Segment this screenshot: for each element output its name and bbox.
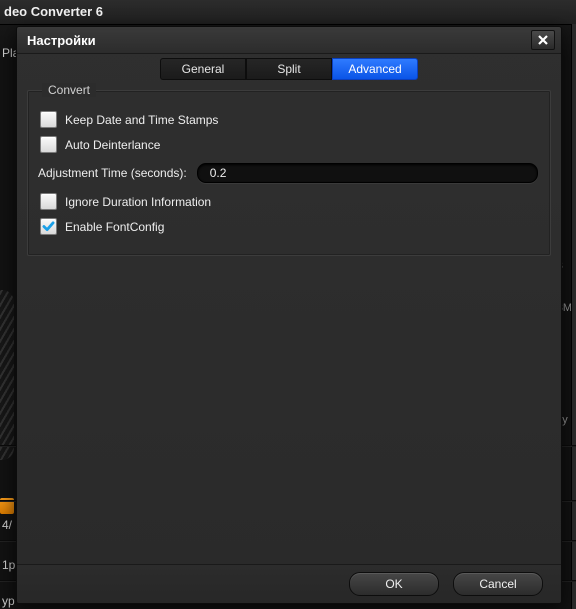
label-ignore-duration: Ignore Duration Information [65,195,211,209]
input-adjustment-time[interactable]: 0.2 [197,163,538,183]
tab-advanced[interactable]: Advanced [332,58,418,80]
label-enable-fontconfig: Enable FontConfig [65,220,164,234]
app-title: deo Converter 6 [0,0,576,24]
close-button[interactable] [531,30,555,50]
tabs: General Split Advanced [17,54,561,84]
dialog-footer: OK Cancel [17,564,561,603]
convert-group: Convert Keep Date and Time Stamps Auto D… [27,90,551,256]
bg-text: yp [2,594,15,608]
checkbox-keep-stamps[interactable] [40,111,57,128]
check-icon [42,221,55,232]
bg-text: 4/ [2,518,12,532]
decorative-ridges [0,290,14,460]
checkbox-enable-fontconfig[interactable] [40,218,57,235]
label-keep-stamps: Keep Date and Time Stamps [65,113,218,127]
tab-general[interactable]: General [160,58,246,80]
background-scrollbar[interactable] [571,24,576,609]
label-adjustment-time: Adjustment Time (seconds): [38,166,187,180]
dialog-content: Convert Keep Date and Time Stamps Auto D… [27,90,551,564]
close-icon [538,35,548,45]
group-title: Convert [42,83,96,97]
row-ignore-duration: Ignore Duration Information [40,193,538,210]
row-auto-deinterlace: Auto Deinterlance [40,136,538,153]
row-enable-fontconfig: Enable FontConfig [40,218,538,235]
row-keep-stamps: Keep Date and Time Stamps [40,111,538,128]
settings-dialog: Настройки General Split Advanced Convert… [16,26,562,604]
tab-split[interactable]: Split [246,58,332,80]
ok-button[interactable]: OK [349,572,439,596]
dialog-title: Настройки [27,33,96,48]
checkbox-ignore-duration[interactable] [40,193,57,210]
checkbox-auto-deinterlace[interactable] [40,136,57,153]
row-adjustment-time: Adjustment Time (seconds): 0.2 [38,163,538,183]
cancel-button[interactable]: Cancel [453,572,543,596]
bg-text: 1p [2,558,15,572]
dialog-titlebar: Настройки [17,27,561,54]
label-auto-deinterlace: Auto Deinterlance [65,138,160,152]
